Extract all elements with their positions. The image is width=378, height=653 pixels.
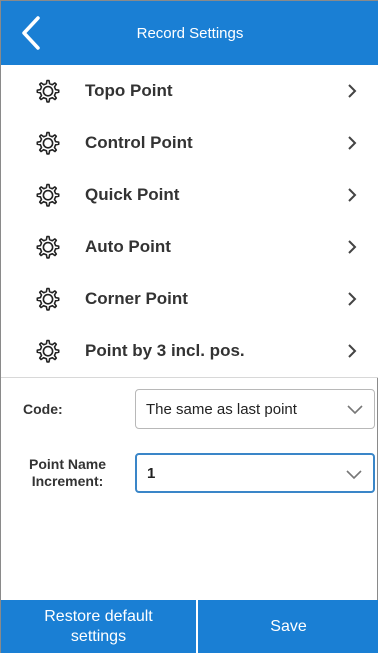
menu-item-label: Point by 3 incl. pos. xyxy=(85,341,245,360)
chevron-down-icon xyxy=(347,405,363,415)
app-frame: Record Settings Topo Point Control Point… xyxy=(0,0,378,653)
gear-icon xyxy=(36,287,60,311)
menu-item-label: Corner Point xyxy=(85,289,188,308)
page-title: Record Settings xyxy=(136,24,244,42)
menu-item-label: Auto Point xyxy=(85,237,171,256)
menu-item-label: Quick Point xyxy=(85,185,180,204)
chevron-right-icon xyxy=(348,240,357,254)
point-name-increment-label: Point Name Increment: xyxy=(29,456,106,490)
point-name-increment-label-line2: Increment: xyxy=(31,473,104,489)
chevron-right-icon xyxy=(348,84,357,98)
point-name-increment-select[interactable]: 1 xyxy=(135,453,375,493)
chevron-right-icon xyxy=(348,292,357,306)
code-select-value: The same as last point xyxy=(146,400,297,418)
restore-default-settings-button[interactable]: Restore default settings xyxy=(1,600,198,653)
menu-item-label: Topo Point xyxy=(85,81,173,100)
gear-icon xyxy=(36,235,60,259)
app-header: Record Settings xyxy=(1,1,378,65)
chevron-right-icon xyxy=(348,344,357,358)
menu-item-corner-point[interactable]: Corner Point xyxy=(1,273,378,325)
restore-label-line1: Restore default xyxy=(44,608,153,625)
gear-icon xyxy=(36,79,60,103)
menu-item-point-by-3-incl-pos[interactable]: Point by 3 incl. pos. xyxy=(1,325,378,377)
menu-item-topo-point[interactable]: Topo Point xyxy=(1,65,378,117)
chevron-down-icon xyxy=(346,470,362,480)
gear-icon xyxy=(36,339,60,363)
settings-menu: Topo Point Control Point Quick Point Aut… xyxy=(1,65,378,504)
restore-default-settings-label: Restore default settings xyxy=(44,607,153,647)
gear-icon xyxy=(36,183,60,207)
menu-item-quick-point[interactable]: Quick Point xyxy=(1,169,378,221)
gear-icon xyxy=(36,131,60,155)
menu-item-auto-point[interactable]: Auto Point xyxy=(1,221,378,273)
footer-bar: Restore default settings Save xyxy=(1,600,378,653)
point-name-increment-row: Point Name Increment: 1 xyxy=(1,442,378,504)
save-button[interactable]: Save xyxy=(198,600,378,653)
code-label: Code: xyxy=(23,401,63,417)
menu-item-label: Control Point xyxy=(85,133,193,152)
restore-label-line2: settings xyxy=(70,628,127,645)
point-name-increment-label-line1: Point Name xyxy=(29,456,107,472)
chevron-right-icon xyxy=(348,136,357,150)
code-row: Code: The same as last point xyxy=(1,378,378,442)
point-name-increment-value: 1 xyxy=(147,464,156,482)
chevron-right-icon xyxy=(348,188,357,202)
menu-item-control-point[interactable]: Control Point xyxy=(1,117,378,169)
code-select[interactable]: The same as last point xyxy=(135,389,375,429)
